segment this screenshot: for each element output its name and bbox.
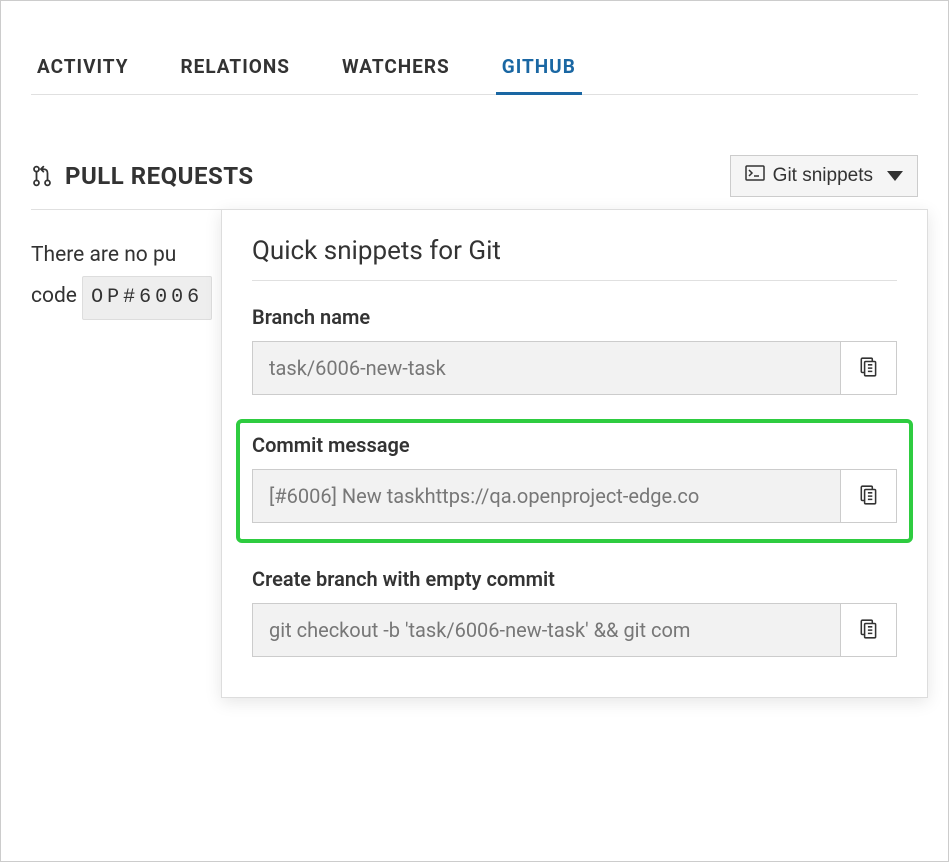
- copy-icon: [859, 618, 879, 643]
- branch-name-group: Branch name: [252, 305, 897, 395]
- tab-github[interactable]: GITHUB: [496, 41, 582, 95]
- text-line-2-prefix: code: [31, 284, 82, 308]
- create-branch-input[interactable]: [253, 604, 840, 656]
- terminal-icon: [745, 164, 765, 188]
- create-branch-group: Create branch with empty commit: [252, 567, 897, 657]
- pull-request-icon: [31, 164, 53, 188]
- branch-name-label: Branch name: [252, 305, 897, 329]
- commit-message-label: Commit message: [252, 433, 897, 457]
- tab-watchers[interactable]: WATCHERS: [336, 41, 456, 95]
- commit-message-input[interactable]: [253, 470, 840, 522]
- tab-activity[interactable]: ACTIVITY: [31, 41, 134, 95]
- git-snippets-popover: Quick snippets for Git Branch name Commi…: [221, 209, 928, 698]
- tab-relations[interactable]: RELATIONS: [174, 41, 295, 95]
- git-snippets-button[interactable]: Git snippets: [730, 155, 918, 197]
- section-header-row: PULL REQUESTS Git snippets: [31, 155, 918, 210]
- git-snippets-label: Git snippets: [773, 165, 873, 187]
- tabs-row: ACTIVITY RELATIONS WATCHERS GITHUB: [31, 41, 918, 95]
- chevron-down-icon: [887, 171, 903, 181]
- create-branch-label: Create branch with empty commit: [252, 567, 897, 591]
- copy-icon: [859, 484, 879, 509]
- work-package-code-chip: OP#6006: [82, 276, 212, 320]
- commit-message-group: Commit message: [236, 419, 913, 543]
- copy-icon: [859, 356, 879, 381]
- branch-name-input[interactable]: [253, 342, 840, 394]
- text-line-1: There are no pu: [31, 243, 176, 267]
- copy-commit-button[interactable]: [840, 470, 896, 522]
- copy-create-branch-button[interactable]: [840, 604, 896, 656]
- pull-requests-header: PULL REQUESTS: [31, 162, 254, 190]
- section-title: PULL REQUESTS: [65, 162, 254, 190]
- popover-title: Quick snippets for Git: [252, 236, 897, 281]
- copy-branch-button[interactable]: [840, 342, 896, 394]
